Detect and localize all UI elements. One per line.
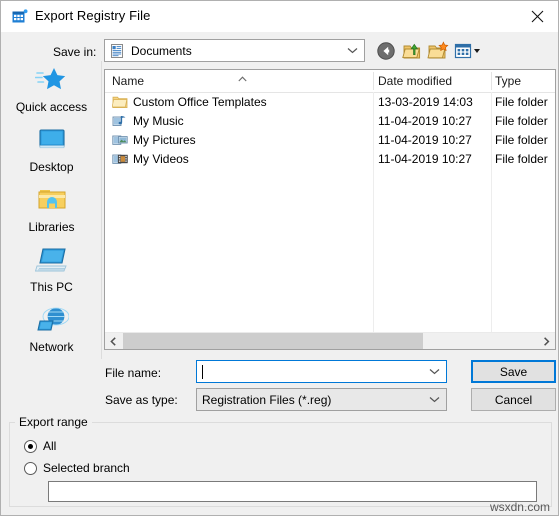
file-name-text: My Pictures <box>133 132 196 147</box>
up-folder-icon[interactable] <box>401 40 423 62</box>
column-header-date-modified[interactable]: Date modified <box>378 70 491 92</box>
title-bar: Export Registry File <box>1 1 558 32</box>
star-icon <box>2 65 101 97</box>
network-globe-icon <box>2 305 101 337</box>
folder-icon <box>112 94 128 110</box>
file-name-text: My Music <box>133 113 184 128</box>
export-registry-file-dialog: Export Registry File Save in: Documents … <box>0 0 559 516</box>
radio-label: Selected branch <box>43 461 130 475</box>
file-list-row[interactable]: My Pictures 11-04-2019 10:27 File folder <box>105 130 555 149</box>
text-caret <box>202 365 203 379</box>
radio-label: All <box>43 439 57 453</box>
file-name-cell: My Music <box>112 111 372 130</box>
file-list-header: Name Date modified Type <box>105 70 555 93</box>
libraries-folder-icon <box>2 185 101 217</box>
places-item-quick-access[interactable]: Quick access <box>2 63 101 123</box>
file-date-cell: 11-04-2019 10:27 <box>378 113 472 128</box>
save-in-combobox[interactable]: Documents <box>104 39 365 62</box>
selected-branch-input[interactable] <box>48 481 537 502</box>
file-list-row[interactable]: Custom Office Templates 13-03-2019 14:03… <box>105 92 555 111</box>
desktop-icon <box>2 125 101 157</box>
radio-export-range-all[interactable]: All <box>24 439 56 453</box>
file-name-cell: Custom Office Templates <box>112 92 372 111</box>
file-name-cell: My Videos <box>112 149 372 168</box>
places-item-label: Libraries <box>28 220 75 234</box>
scroll-right-icon[interactable] <box>538 333 555 349</box>
videos-folder-icon <box>112 151 128 167</box>
radio-button-icon <box>24 461 37 475</box>
column-divider-body <box>491 92 492 335</box>
computer-icon <box>2 245 101 277</box>
save-as-type-combobox[interactable]: Registration Files (*.reg) <box>196 388 447 411</box>
places-item-desktop[interactable]: Desktop <box>2 123 101 183</box>
file-list-view[interactable]: Name Date modified Type Custom Office Te… <box>104 69 556 350</box>
places-item-label: This PC <box>30 280 73 294</box>
scrollbar-thumb[interactable] <box>123 333 423 349</box>
registry-editor-icon <box>12 9 28 25</box>
horizontal-scrollbar[interactable] <box>105 332 555 349</box>
file-type-cell: File folder <box>495 132 548 147</box>
close-button[interactable] <box>514 1 558 31</box>
new-folder-icon[interactable] <box>427 40 449 62</box>
save-in-label: Save in: <box>53 45 97 59</box>
cancel-button[interactable]: Cancel <box>471 388 556 411</box>
chevron-down-icon[interactable] <box>429 361 440 382</box>
chevron-down-icon[interactable] <box>429 389 440 410</box>
back-arrow-icon[interactable] <box>375 40 397 62</box>
window-title: Export Registry File <box>35 8 151 23</box>
column-header-label: Type <box>495 74 522 88</box>
file-date-cell: 11-04-2019 10:27 <box>378 151 472 166</box>
chevron-down-icon[interactable] <box>347 40 358 61</box>
music-folder-icon <box>112 113 128 129</box>
file-name-input[interactable] <box>196 360 447 383</box>
save-button[interactable]: Save <box>471 360 556 383</box>
file-list-row[interactable]: My Videos 11-04-2019 10:27 File folder <box>105 149 555 168</box>
column-header-label: Name <box>112 74 145 88</box>
column-divider-body <box>373 92 374 335</box>
column-divider <box>373 72 374 90</box>
radio-export-range-selected-branch[interactable]: Selected branch <box>24 461 130 475</box>
file-date-cell: 11-04-2019 10:27 <box>378 132 472 147</box>
file-name-cell: My Pictures <box>112 130 372 149</box>
watermark: wsxdn.com <box>489 500 550 514</box>
views-icon[interactable] <box>453 40 483 62</box>
radio-button-icon <box>24 439 37 453</box>
save-in-value: Documents <box>131 44 192 58</box>
file-name-text: Custom Office Templates <box>133 94 267 109</box>
places-item-label: Network <box>29 340 74 354</box>
column-header-label: Date modified <box>378 74 453 88</box>
file-name-label: File name: <box>105 366 162 380</box>
file-date-cell: 13-03-2019 14:03 <box>378 94 473 109</box>
column-divider <box>491 72 492 90</box>
documents-folder-icon <box>109 43 125 59</box>
file-list-row[interactable]: My Music 11-04-2019 10:27 File folder <box>105 111 555 130</box>
export-range-title: Export range <box>15 415 92 429</box>
file-type-cell: File folder <box>495 94 548 109</box>
file-list-rows: Custom Office Templates 13-03-2019 14:03… <box>105 92 555 168</box>
file-name-text: My Videos <box>133 151 189 166</box>
pictures-folder-icon <box>112 132 128 148</box>
save-as-type-label: Save as type: <box>105 393 178 407</box>
file-name-value <box>202 365 203 379</box>
places-item-network[interactable]: Network <box>2 303 101 363</box>
places-item-label: Quick access <box>15 100 88 114</box>
scroll-left-icon[interactable] <box>105 333 122 349</box>
sort-ascending-icon <box>238 71 247 82</box>
places-item-label: Desktop <box>29 160 74 174</box>
save-as-type-value: Registration Files (*.reg) <box>202 393 332 407</box>
file-type-cell: File folder <box>495 113 548 128</box>
file-type-cell: File folder <box>495 151 548 166</box>
column-header-type[interactable]: Type <box>495 70 555 92</box>
places-item-this-pc[interactable]: This PC <box>2 243 101 303</box>
places-item-libraries[interactable]: Libraries <box>2 183 101 243</box>
places-bar: Quick access Desktop Libraries This PC N… <box>2 61 102 359</box>
